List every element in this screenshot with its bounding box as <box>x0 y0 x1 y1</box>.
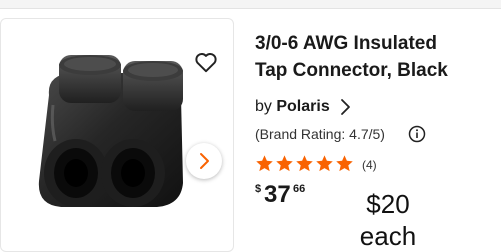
review-count[interactable]: (4) <box>362 158 377 172</box>
star-icon <box>336 155 353 172</box>
info-icon[interactable] <box>408 125 426 143</box>
price-cents: 66 <box>293 183 306 195</box>
brand-rating: (Brand Rating: 4.7/5) <box>255 126 385 142</box>
next-image-button[interactable] <box>186 143 222 179</box>
handwritten-note: $20 each <box>348 188 428 252</box>
product-title-line1: 3/0-6 AWG Insulated <box>255 33 437 54</box>
product-image[interactable] <box>31 55 191 220</box>
heart-icon[interactable] <box>193 49 219 75</box>
star-icon <box>256 155 273 172</box>
chevron-right-icon[interactable] <box>340 97 352 117</box>
chevron-right-icon <box>200 153 209 169</box>
top-divider <box>0 0 501 9</box>
star-rating[interactable] <box>255 154 354 173</box>
brand-name[interactable]: Polaris <box>276 98 329 115</box>
price-dollars: 37 <box>264 181 291 208</box>
product-title-line2: Tap Connector, Black <box>255 60 448 81</box>
product-title: 3/0-6 AWG Insulated Tap Connector, Black <box>255 30 495 84</box>
product-image-card[interactable] <box>0 18 234 252</box>
price-currency: $ <box>255 183 262 195</box>
by-label: by <box>255 98 272 115</box>
note-line1: $20 <box>366 189 410 219</box>
note-line2: each <box>359 221 417 251</box>
star-icon <box>276 155 293 172</box>
star-icon <box>316 155 333 172</box>
star-icon <box>296 155 313 172</box>
brand-link[interactable]: by Polaris <box>255 98 330 116</box>
